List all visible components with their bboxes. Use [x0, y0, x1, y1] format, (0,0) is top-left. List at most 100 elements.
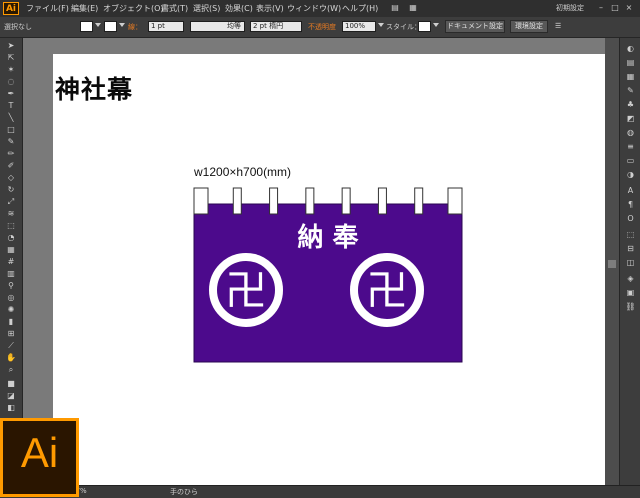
color-panel-icon[interactable]: ◐ [625, 44, 636, 53]
gradient-panel-icon[interactable]: ▭ [625, 156, 636, 165]
pen-tool-icon[interactable]: ✒ [5, 89, 17, 98]
document-heading: 神社幕 [55, 75, 134, 104]
stroke-swatch[interactable] [104, 21, 117, 32]
menu-effect[interactable]: 効果(C) [225, 3, 253, 14]
opacity-dropdown-icon[interactable] [378, 23, 384, 27]
app-logo-small[interactable]: Ai [3, 2, 19, 15]
graphic-style-swatch[interactable] [418, 21, 431, 32]
stroke-panel-icon[interactable]: ≡ [625, 142, 636, 151]
free-transform-tool-icon[interactable]: ⬚ [5, 221, 17, 230]
style-label: スタイル： [386, 23, 421, 31]
workspace-switcher[interactable]: 初期設定 [556, 3, 584, 13]
stroke-weight-field[interactable]: 1 pt [148, 21, 184, 32]
column-graph-tool-icon[interactable]: ▮ [5, 317, 17, 326]
shrine-curtain-artwork[interactable]: 納 奉 卍 卍 [190, 186, 472, 364]
transform-panel-icon[interactable]: ⬚ [625, 230, 636, 239]
magic-wand-tool-icon[interactable]: ✶ [5, 65, 17, 74]
align-panel-icon[interactable]: ⊟ [625, 244, 636, 253]
color-mode-icon[interactable]: ◪ [5, 391, 17, 400]
status-bar: 66.67% 手のひら [0, 485, 640, 498]
paragraph-panel-icon[interactable]: ¶ [625, 200, 636, 209]
gradient-tool-icon[interactable]: ▥ [5, 269, 17, 278]
mesh-tool-icon[interactable]: # [5, 257, 17, 266]
artboard-tool-icon[interactable]: ⊞ [5, 329, 17, 338]
manji-symbol-left: 卍 [225, 266, 267, 315]
eraser-tool-icon[interactable]: ◇ [5, 173, 17, 182]
zoom-tool-icon[interactable]: ⌕ [5, 365, 17, 374]
fill-swatch[interactable] [80, 21, 93, 32]
curtain-loop [414, 187, 424, 215]
close-icon[interactable]: × [624, 3, 634, 12]
type-tool-icon[interactable]: T [5, 101, 17, 110]
artboards-panel-icon[interactable]: ▣ [625, 288, 636, 297]
stroke-label[interactable]: 線： [128, 22, 142, 32]
menu-view[interactable]: 表示(V) [256, 3, 284, 14]
links-icon[interactable]: ⛓ [625, 302, 636, 311]
control-bar: 選択なし 線： 1 pt 均等 2 pt 楕円 不透明度 100% スタイル： … [0, 17, 640, 38]
menu-bar: Ai ファイル(F) 編集(E) オブジェクト(O) 書式(T) 選択(S) 効… [0, 0, 640, 17]
color-guide-icon[interactable]: ▤ [625, 58, 636, 67]
curtain-inscription: 納 奉 [297, 222, 359, 253]
blend-tool-icon[interactable]: ◎ [5, 293, 17, 302]
opentype-icon[interactable]: O [625, 214, 636, 223]
menu-select[interactable]: 選択(S) [193, 3, 220, 14]
opacity-label[interactable]: 不透明度 [308, 22, 336, 32]
menu-file[interactable]: ファイル(F) [26, 3, 69, 14]
right-panel-dock: ◐ ▤ ▦ ✎ ♣ ◩ ◍ ≡ ▭ ◑ A ¶ O ⬚ ⊟ ◫ ◈ ▣ ⛓ [619, 38, 640, 488]
slice-tool-icon[interactable]: ⟋ [5, 341, 17, 350]
stroke-profile-select[interactable]: 均等 [190, 21, 245, 32]
maximize-icon[interactable]: □ [610, 3, 620, 12]
rectangle-tool-icon[interactable]: □ [5, 125, 17, 134]
scroll-thumb[interactable] [608, 260, 616, 268]
lasso-tool-icon[interactable]: ◌ [5, 77, 17, 86]
brush-definition-select[interactable]: 2 pt 楕円 [250, 21, 302, 32]
curtain-loop [305, 187, 315, 215]
menu-help[interactable]: ヘルプ(H) [342, 3, 378, 14]
scale-tool-icon[interactable]: ⤢ [5, 197, 17, 206]
curtain-loop [447, 187, 463, 215]
layers-icon[interactable]: ◈ [625, 274, 636, 283]
brushes-icon[interactable]: ✎ [625, 86, 636, 95]
illustrator-logo-text: Ai [20, 429, 59, 476]
manji-symbol-right: 卍 [366, 266, 408, 315]
menu-window[interactable]: ウィンドウ(W) [287, 3, 341, 14]
eyedropper-tool-icon[interactable]: ⚲ [5, 281, 17, 290]
style-dropdown-icon[interactable] [433, 23, 439, 27]
width-tool-icon[interactable]: ≋ [5, 209, 17, 218]
rotate-tool-icon[interactable]: ↻ [5, 185, 17, 194]
menu-edit[interactable]: 編集(E) [71, 3, 98, 14]
document-setup-button[interactable]: ドキュメント設定 [445, 20, 505, 33]
control-menu-icon[interactable]: ☰ [555, 22, 561, 30]
fill-dropdown-icon[interactable] [95, 23, 101, 27]
stroke-dropdown-icon[interactable] [119, 23, 125, 27]
arrange-documents-icon[interactable]: ▦ [408, 3, 418, 12]
vertical-scrollbar[interactable] [605, 38, 619, 485]
perspective-grid-tool-icon[interactable]: ▦ [5, 245, 17, 254]
transparency-icon[interactable]: ◑ [625, 170, 636, 179]
menu-object[interactable]: オブジェクト(O) [103, 3, 164, 14]
drawing-mode-icon[interactable]: ◧ [5, 403, 17, 412]
menu-type[interactable]: 書式(T) [161, 3, 188, 14]
fill-stroke-icon[interactable]: ■ [5, 379, 17, 388]
character-panel-icon[interactable]: A [625, 186, 636, 195]
pencil-tool-icon[interactable]: ✏ [5, 149, 17, 158]
paintbrush-tool-icon[interactable]: ✎ [5, 137, 17, 146]
selection-tool-icon[interactable]: ➤ [5, 41, 17, 50]
appearance-icon[interactable]: ◍ [625, 128, 636, 137]
opacity-field[interactable]: 100% [342, 21, 376, 32]
blob-brush-tool-icon[interactable]: ✐ [5, 161, 17, 170]
bridge-icon[interactable]: ▤ [390, 3, 400, 12]
line-tool-icon[interactable]: ╲ [5, 113, 17, 122]
pathfinder-icon[interactable]: ◫ [625, 258, 636, 267]
symbols-icon[interactable]: ♣ [625, 100, 636, 109]
minimize-icon[interactable]: – [596, 3, 606, 12]
shape-builder-tool-icon[interactable]: ◔ [5, 233, 17, 242]
preferences-button[interactable]: 環境設定 [510, 20, 548, 33]
hand-tool-icon[interactable]: ✋ [5, 353, 17, 362]
direct-selection-tool-icon[interactable]: ⇱ [5, 53, 17, 62]
graphic-styles-icon[interactable]: ◩ [625, 114, 636, 123]
curtain-loop [269, 187, 279, 215]
symbol-sprayer-tool-icon[interactable]: ✺ [5, 305, 17, 314]
current-tool-status[interactable]: 手のひら [170, 487, 198, 497]
swatches-icon[interactable]: ▦ [625, 72, 636, 81]
